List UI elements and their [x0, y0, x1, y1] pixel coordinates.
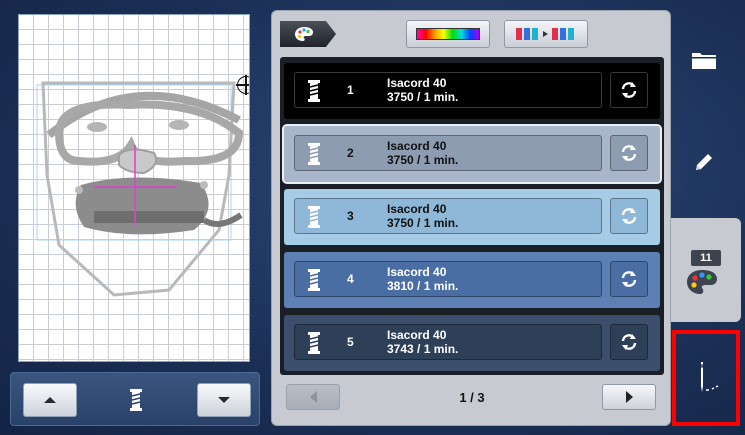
- arrow-down-icon: [218, 397, 230, 403]
- thread-brand: Isacord 40: [387, 202, 447, 216]
- palette-icon: [295, 27, 313, 41]
- thread-sort-icon: [516, 28, 574, 40]
- thread-number: 1: [347, 83, 354, 97]
- thread-info[interactable]: 1 Isacord 40 3750 / 1 min.: [294, 72, 602, 108]
- change-color-button[interactable]: [610, 135, 648, 171]
- color-wheel-button[interactable]: [406, 20, 490, 48]
- swap-color-icon: [621, 208, 637, 224]
- thread-code: 3750 / 1 min.: [387, 216, 459, 230]
- swap-color-icon: [621, 334, 637, 350]
- thread-info[interactable]: 3 Isacord 40 3750 / 1 min.: [294, 198, 602, 234]
- swap-color-icon: [621, 271, 637, 287]
- thread-spool-icon: [308, 269, 320, 291]
- thread-color-panel: 1 Isacord 40 3750 / 1 min. 2 Isacord 40 …: [271, 10, 671, 426]
- thread-brand: Isacord 40: [387, 328, 447, 342]
- thread-spool-icon: [308, 80, 320, 102]
- design-preview[interactable]: [18, 14, 250, 362]
- thread-code: 3810 / 1 min.: [387, 279, 459, 293]
- previous-page-button[interactable]: [286, 384, 340, 410]
- stitch-out-button[interactable]: [672, 330, 740, 426]
- thread-brand: Isacord 40: [387, 265, 447, 279]
- thread-row-1[interactable]: 1 Isacord 40 3750 / 1 min.: [284, 63, 660, 119]
- thread-info[interactable]: 4 Isacord 40 3810 / 1 min.: [294, 261, 602, 297]
- rainbow-color-bar-icon: [416, 28, 480, 40]
- arrow-left-icon: [309, 391, 317, 403]
- change-color-button[interactable]: [610, 261, 648, 297]
- thread-spool-icon: [308, 143, 320, 165]
- thread-spool-icon: [308, 332, 320, 354]
- thread-number: 5: [347, 335, 354, 349]
- change-color-button[interactable]: [610, 198, 648, 234]
- thread-spool-icon: [308, 206, 320, 228]
- frame-reticle-icon: [236, 75, 249, 95]
- thread-info[interactable]: 2 Isacord 40 3750 / 1 min.: [294, 135, 602, 171]
- color-count-badge: 11: [691, 250, 721, 266]
- needle-stitch-icon: [701, 362, 719, 392]
- preview-scroll-bar: [10, 372, 260, 426]
- palette-tab[interactable]: [280, 21, 336, 47]
- thread-list: 1 Isacord 40 3750 / 1 min. 2 Isacord 40 …: [280, 57, 664, 375]
- change-color-button[interactable]: [610, 72, 648, 108]
- thread-number: 2: [347, 146, 354, 160]
- folder-icon: [692, 53, 716, 69]
- thread-row-2[interactable]: 2 Isacord 40 3750 / 1 min.: [284, 126, 660, 182]
- thread-number: 3: [347, 209, 354, 223]
- color-tab[interactable]: 11: [671, 218, 741, 322]
- pencil-icon: [696, 154, 712, 170]
- swap-color-icon: [621, 82, 637, 98]
- thread-row-3[interactable]: 3 Isacord 40 3750 / 1 min.: [284, 189, 660, 245]
- thread-row-4[interactable]: 4 Isacord 40 3810 / 1 min.: [284, 252, 660, 308]
- scroll-up-button[interactable]: [23, 383, 77, 417]
- page-indicator: 1 / 3: [459, 390, 485, 405]
- edit-button[interactable]: [684, 142, 724, 182]
- thread-code: 3750 / 1 min.: [387, 153, 459, 167]
- swap-color-icon: [621, 145, 637, 161]
- thread-spool-icon: [130, 389, 142, 411]
- thread-code: 3750 / 1 min.: [387, 90, 459, 104]
- next-page-button[interactable]: [602, 384, 656, 410]
- arrow-right-icon: [625, 391, 633, 403]
- folder-button[interactable]: [684, 40, 724, 80]
- change-color-button[interactable]: [610, 324, 648, 360]
- thread-number: 4: [347, 272, 354, 286]
- thread-info[interactable]: 5 Isacord 40 3743 / 1 min.: [294, 324, 602, 360]
- embroidery-design-goggles-face: [36, 81, 244, 297]
- thread-code: 3743 / 1 min.: [387, 342, 459, 356]
- palette-icon: [687, 270, 717, 294]
- thread-row-5[interactable]: 5 Isacord 40 3743 / 1 min.: [284, 315, 660, 371]
- thread-sort-button[interactable]: [504, 20, 588, 48]
- arrow-up-icon: [44, 397, 56, 403]
- thread-brand: Isacord 40: [387, 139, 447, 153]
- thread-brand: Isacord 40: [387, 76, 447, 90]
- scroll-down-button[interactable]: [197, 383, 251, 417]
